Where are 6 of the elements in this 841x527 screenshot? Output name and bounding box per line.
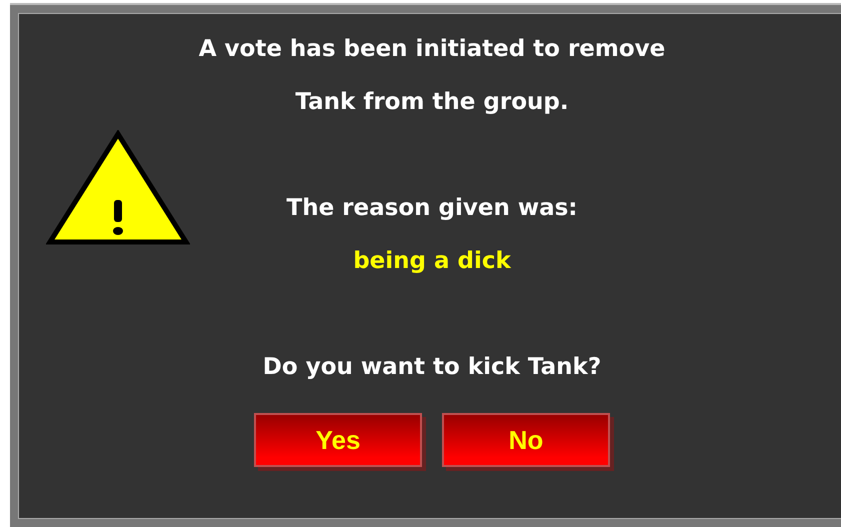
reason-label: The reason given was: [286, 194, 578, 223]
message-text: A vote has been initiated to remove [198, 35, 666, 64]
warning-icon [46, 130, 190, 246]
message-text: Tank from the group. [295, 88, 569, 117]
reason-text: being a dick [353, 247, 511, 276]
question-text: Do you want to kick Tank? [262, 353, 602, 382]
